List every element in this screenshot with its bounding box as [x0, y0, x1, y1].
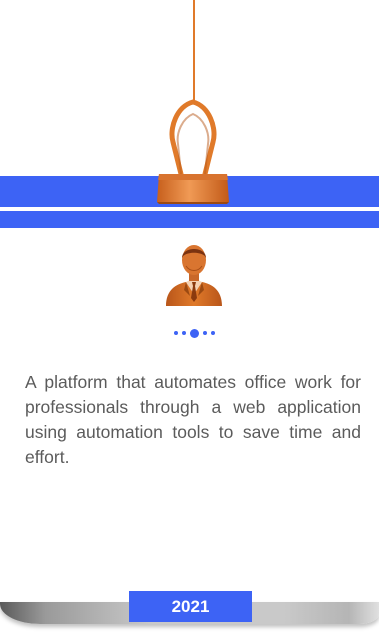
pagination-dot[interactable]	[202, 331, 207, 335]
pagination-dot-active[interactable]	[189, 328, 199, 338]
pagination-dots	[164, 327, 224, 339]
pagination-dot[interactable]	[173, 331, 178, 335]
hanging-string	[193, 0, 195, 100]
card-description: A platform that automates office work fo…	[25, 372, 361, 467]
pagination-dot[interactable]	[210, 331, 215, 335]
year-badge: 2021	[129, 591, 252, 622]
banner-bottom-band	[0, 211, 379, 228]
pagination-dot[interactable]	[181, 331, 186, 335]
timeline-card: A platform that automates office work fo…	[0, 0, 379, 638]
businessman-icon	[166, 245, 222, 306]
binder-clip-icon	[157, 99, 229, 204]
